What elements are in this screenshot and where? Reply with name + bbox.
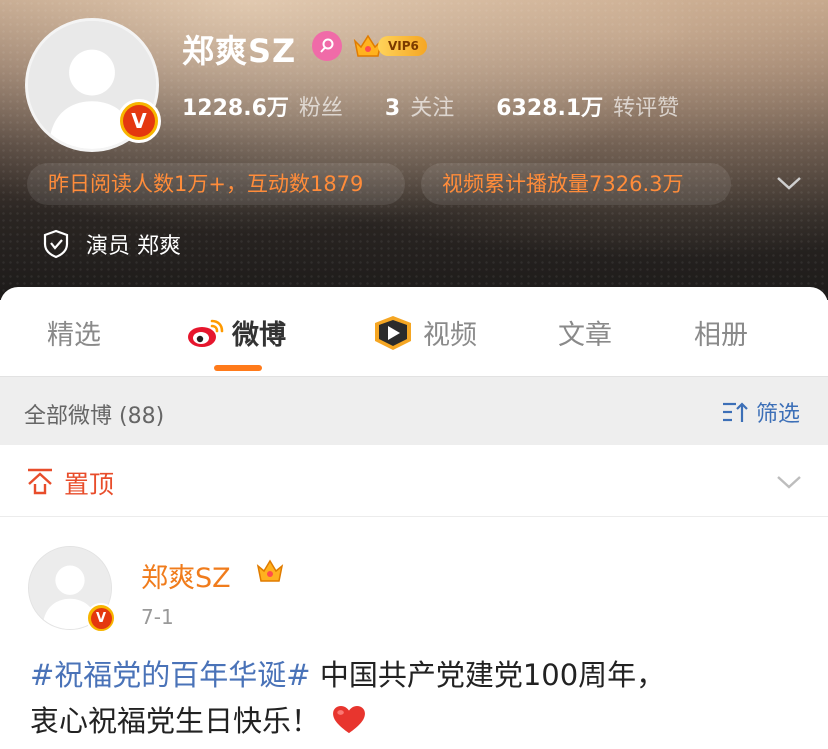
tab-weibo[interactable]: 微博 — [186, 313, 286, 352]
followers-count[interactable]: 1228.6万 — [182, 90, 289, 122]
verified-badge: V — [86, 603, 116, 633]
read-stat-pill[interactable]: 昨日阅读人数1万+，互动数1879 — [27, 163, 405, 205]
tab-article-label: 文章 — [558, 320, 612, 351]
profile-header: V 郑爽SZ VIP6 1228.6万 粉丝 3 关注 6328.1万 转评赞 … — [0, 0, 828, 300]
post-text-line1: 中国共产党建党100周年， — [310, 658, 666, 692]
shield-check-icon — [43, 229, 69, 259]
pin-top-icon — [28, 468, 52, 495]
following-count[interactable]: 3 — [385, 96, 400, 121]
active-tab-indicator — [214, 365, 262, 371]
video-stat-pill[interactable]: 视频累计播放量7326.3万 — [421, 163, 731, 205]
tab-article[interactable]: 文章 — [558, 313, 612, 352]
profile-tabs: 精选 微博 视频 文章 相册 — [0, 287, 828, 376]
chevron-down-icon[interactable] — [775, 172, 803, 194]
post-content: #祝福党的百年华诞# 中国共产党建党100周年， 衷心祝福党生日快乐！ — [30, 652, 810, 744]
certification-text: 演员 郑爽 — [86, 234, 181, 259]
filter-bar: 全部微博 (88) 筛选 — [0, 376, 828, 445]
all-posts-count[interactable]: 全部微博 (88) — [24, 398, 164, 430]
pinned-section[interactable]: 置顶 — [0, 445, 828, 517]
female-icon — [312, 31, 342, 61]
tab-album-label: 相册 — [694, 320, 748, 351]
tab-album[interactable]: 相册 — [694, 313, 748, 352]
post-author-name[interactable]: 郑爽SZ — [141, 556, 231, 595]
pinned-label: 置顶 — [64, 470, 115, 499]
filter-sort-icon — [723, 402, 748, 422]
post-topic-link[interactable]: #祝福党的百年华诞# — [30, 658, 311, 692]
video-play-icon — [375, 315, 411, 350]
post-date: 7-1 — [141, 605, 174, 629]
vip-crown-icon[interactable] — [255, 556, 285, 586]
tab-weibo-label: 微博 — [232, 320, 286, 351]
tab-featured-label: 精选 — [47, 320, 101, 351]
profile-username: 郑爽SZ — [182, 32, 297, 70]
verified-mark: V — [123, 105, 155, 137]
followers-label[interactable]: 粉丝 — [299, 90, 343, 122]
weibo-logo-icon — [188, 319, 224, 347]
filter-button[interactable]: 筛选 — [722, 396, 800, 428]
vip-level: VIP6 — [378, 36, 427, 56]
filter-label: 筛选 — [756, 402, 801, 427]
tab-featured[interactable]: 精选 — [47, 313, 101, 352]
verified-badge: V — [117, 99, 161, 143]
heart-icon — [333, 705, 365, 734]
tab-video-label: 视频 — [423, 320, 477, 351]
vip-badge[interactable]: VIP6 — [352, 33, 427, 59]
certification: 演员 郑爽 — [42, 228, 181, 260]
reposts-count: 6328.1万 — [496, 96, 604, 121]
post-text-line2: 衷心祝福党生日快乐！ — [30, 704, 321, 738]
chevron-down-icon[interactable] — [775, 471, 803, 493]
following-label[interactable]: 关注 — [410, 90, 454, 122]
verified-mark: V — [90, 607, 112, 629]
tab-video[interactable]: 视频 — [371, 313, 477, 352]
profile-stats: 1228.6万 粉丝 3 关注 6328.1万 转评赞 — [182, 90, 721, 122]
reposts-label: 转评赞 — [613, 96, 680, 121]
